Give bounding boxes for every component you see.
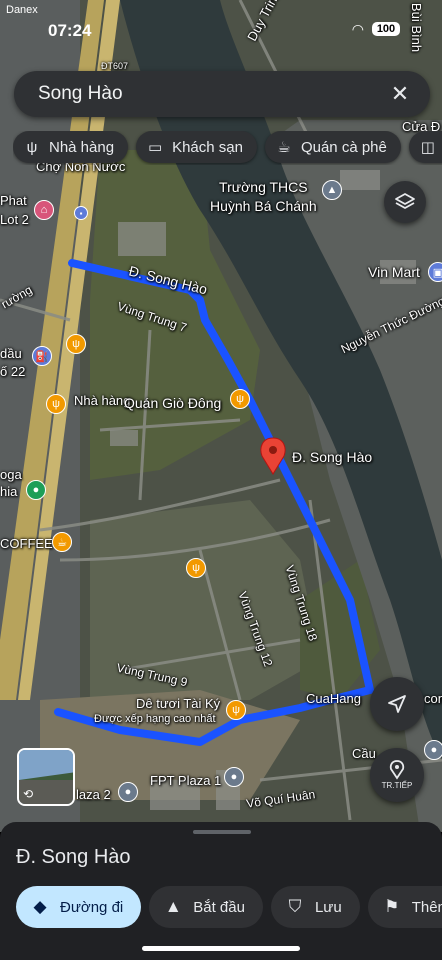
action-label: Bắt đầu <box>193 898 245 916</box>
map-label-lot2: Lot 2 <box>0 212 29 227</box>
shopping-poi-icon[interactable]: ▣ <box>428 262 442 282</box>
map-label-nha-hang: Nhà hàng <box>74 393 131 408</box>
next-step-button[interactable]: TR.TIẾP <box>370 748 424 802</box>
street-view-thumbnail[interactable]: ⟲ <box>17 748 75 806</box>
clock: 07:24 <box>48 21 92 40</box>
map-label-dt607: ĐT607 <box>101 61 129 71</box>
place-name: Đ. Song Hào <box>16 846 131 868</box>
chip-restaurants[interactable]: ψ Nhà hàng <box>13 131 129 163</box>
drag-handle[interactable] <box>193 830 251 834</box>
chip-label: Quán cà phê <box>300 138 387 156</box>
layers-icon <box>395 193 415 209</box>
map-label-xep-hang: Được xếp hạng cao nhất <box>94 713 216 725</box>
map-label-con: con <box>424 691 442 706</box>
chip-label: Nhà hàng <box>49 138 115 156</box>
action-label: Thêm <box>411 898 442 916</box>
action-buttons: ◆ Đường đi ▲ Bắt đầu ⛉ Lưu ⚑ Thêm <box>16 886 442 928</box>
chip-coffee[interactable]: ☕ Quán cà phê <box>264 131 401 163</box>
map-label-phat: Phat <box>0 193 27 208</box>
directions-button[interactable]: ◆ Đường đi <box>16 886 142 928</box>
category-chips: ψ Nhà hàng ▭ Khách sạn ☕ Quán cà phê ◫ M <box>13 131 442 165</box>
add-button[interactable]: ⚑ Thêm <box>367 886 442 928</box>
action-label: Lưu <box>314 898 342 916</box>
restaurant-poi-icon[interactable]: ψ <box>186 558 206 578</box>
bottom-sheet[interactable]: Đ. Song Hào ◆ Đường đi ▲ Bắt đầu ⛉ Lưu ⚑… <box>0 822 442 960</box>
place-poi-icon[interactable]: ● <box>118 782 138 802</box>
restaurant-poi-icon[interactable]: ψ <box>226 700 246 720</box>
map-label-vin-mart: Vin Mart <box>368 264 420 280</box>
restaurant-poi-icon[interactable]: ψ <box>46 394 66 414</box>
pin-outline-icon <box>389 760 405 780</box>
restaurant-poi-icon[interactable]: ψ <box>66 334 86 354</box>
navigate-icon <box>388 695 406 713</box>
place-poi-icon[interactable]: ● <box>224 767 244 787</box>
map-label-plaza: laza 2 <box>76 787 111 802</box>
restaurant-poi-icon[interactable]: ψ <box>230 389 250 409</box>
next-step-label: TR.TIẾP <box>381 781 413 790</box>
map-label-thcs: Trường THCS Huỳnh Bá Chánh <box>210 179 317 214</box>
hotel-poi-icon[interactable]: ⌂ <box>34 200 54 220</box>
carrier-label: Danex <box>6 4 38 16</box>
hotel-icon: ▭ <box>147 139 163 156</box>
place-poi-icon[interactable]: ● <box>424 740 442 760</box>
battery-icon: 100 <box>372 22 400 36</box>
gas-station-poi-icon[interactable]: ⛽ <box>32 346 52 366</box>
status-bar: Danex 07:24 ◠ 100 <box>0 0 442 48</box>
transit-poi-icon[interactable]: ▪ <box>74 206 88 220</box>
layers-button[interactable] <box>384 181 426 223</box>
save-button[interactable]: ⛉ Lưu <box>270 886 360 928</box>
map-label-o22: ố 22 <box>0 364 26 379</box>
wifi-icon: ◠ <box>351 21 364 37</box>
school-poi-icon[interactable]: ▲ <box>322 180 342 200</box>
directions-icon: ◆ <box>33 897 47 916</box>
bookmark-icon: ⛉ <box>288 897 302 916</box>
rotate-icon: ⟲ <box>23 787 34 801</box>
start-button[interactable]: ▲ Bắt đầu <box>149 886 263 928</box>
chip-hotels[interactable]: ▭ Khách sạn <box>136 131 257 163</box>
map-label-coffee: COFFEE <box>0 536 53 551</box>
shopping-icon: ◫ <box>420 139 435 156</box>
map-label-cau: Cầu <box>352 746 376 761</box>
action-label: Đường đi <box>60 898 124 916</box>
map-label-cua-hang: CuaHang <box>306 691 361 706</box>
map-label-quan-gio-dong: Quán Giò Đông <box>124 395 222 411</box>
search-query[interactable]: Song Hào <box>38 83 386 105</box>
chip-shopping[interactable]: ◫ M <box>408 131 442 163</box>
navigate-button[interactable] <box>370 677 424 731</box>
map-label-yoga: oga hia <box>0 467 22 499</box>
map-label-de-tuoi: Dê tươi Tài Ký <box>136 696 221 711</box>
coffee-icon: ☕ <box>277 139 291 156</box>
chip-label: Khách sạn <box>172 138 243 156</box>
search-bar[interactable]: Song Hào ✕ <box>14 71 430 117</box>
restaurant-icon: ψ <box>26 138 38 156</box>
pin-label: Đ. Song Hào <box>292 449 373 465</box>
coffee-poi-icon[interactable]: ☕ <box>52 532 72 552</box>
close-icon[interactable]: ✕ <box>386 81 414 107</box>
start-icon: ▲ <box>164 897 182 916</box>
home-indicator[interactable] <box>142 946 300 951</box>
park-poi-icon[interactable]: ● <box>26 480 46 500</box>
map-label-dau: dầu <box>0 346 22 361</box>
map-label-fpt: FPT Plaza 1 <box>150 773 222 788</box>
flag-icon: ⚑ <box>384 897 400 916</box>
